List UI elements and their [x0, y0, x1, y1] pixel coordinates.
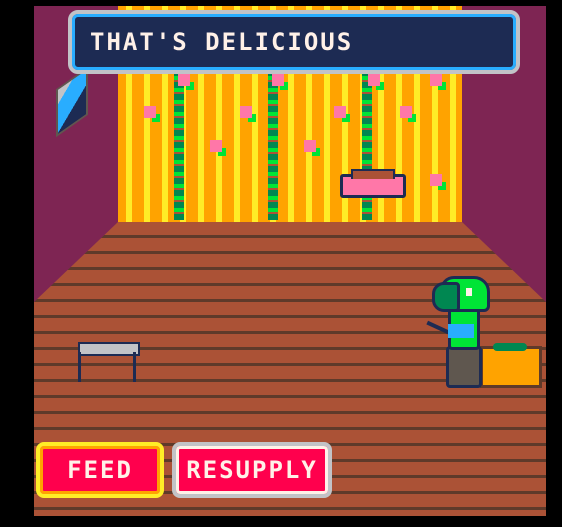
- flower: [368, 74, 380, 86]
- flower: [400, 106, 412, 118]
- flower: [178, 74, 190, 86]
- table-leg: [133, 352, 136, 382]
- feed-button[interactable]: FEED: [36, 442, 164, 498]
- dialog-text: THAT'S DELICIOUS: [90, 28, 354, 56]
- vine: [174, 70, 184, 220]
- dino-legs: [446, 346, 482, 388]
- wall-picture-frame: [56, 66, 88, 138]
- resupply-button[interactable]: RESUPPLY: [172, 442, 332, 498]
- vine: [268, 70, 278, 220]
- table-leg: [78, 352, 81, 382]
- dino-shirt: [448, 324, 474, 338]
- dialog-box: THAT'S DELICIOUS: [68, 10, 520, 74]
- food-supply-box: [480, 343, 542, 388]
- flower: [430, 174, 442, 186]
- flower: [430, 74, 442, 86]
- flower: [240, 106, 252, 118]
- flower: [272, 74, 284, 86]
- flower: [334, 106, 346, 118]
- dino-crest: [432, 282, 460, 312]
- flower: [210, 140, 222, 152]
- flower: [144, 106, 156, 118]
- table-top: [78, 342, 140, 356]
- game-screen: THAT'S DELICIOUS FEED RESUPPLY: [34, 6, 546, 516]
- food-bowl-shelf: [340, 169, 406, 198]
- flower: [304, 140, 316, 152]
- dino-eye: [466, 288, 472, 296]
